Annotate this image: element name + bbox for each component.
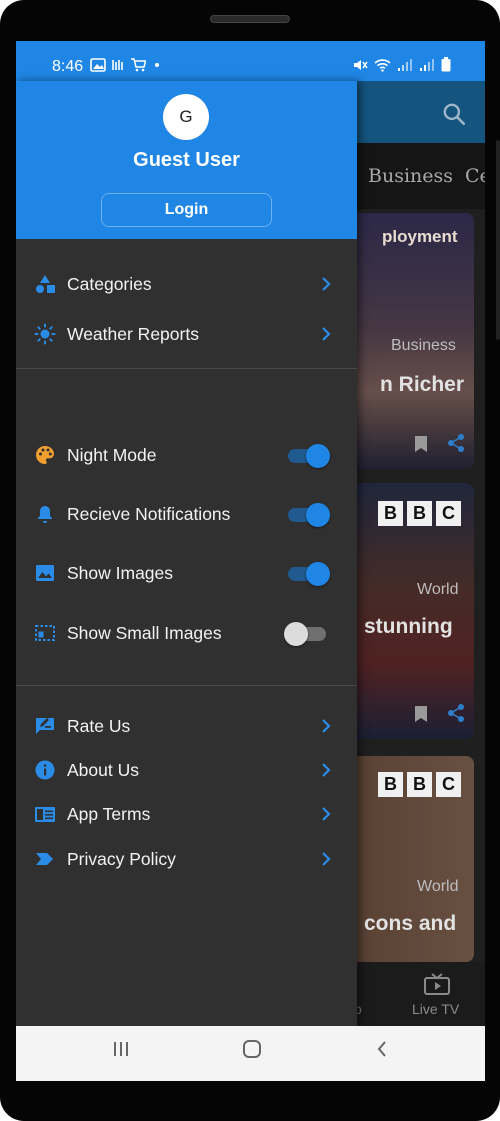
menu-item-label: Privacy Policy: [67, 848, 176, 869]
divider: [16, 685, 357, 686]
chevron-right-icon: [322, 763, 331, 777]
menu-item-categories[interactable]: Categories: [16, 262, 357, 306]
dashed-image-icon: [34, 622, 56, 644]
card-headline: cons and: [364, 912, 457, 935]
share-icon[interactable]: [446, 703, 466, 723]
card-category-tag: World: [417, 878, 459, 895]
avatar[interactable]: G: [163, 94, 209, 140]
bookmark-icon[interactable]: [414, 705, 428, 723]
battery-icon: [441, 57, 451, 72]
setting-label: Recieve Notifications: [67, 503, 231, 524]
card-headline: n Richer: [380, 373, 465, 396]
info-icon: [34, 759, 56, 781]
menu-item-app-terms[interactable]: App Terms: [16, 792, 357, 836]
logo-letter: B: [407, 772, 432, 797]
logo-letter: C: [436, 501, 461, 526]
live-tv-label[interactable]: Live TV: [412, 1001, 459, 1017]
show-images-toggle[interactable]: [288, 562, 330, 586]
image-icon: [34, 562, 56, 584]
bell-icon: [34, 503, 56, 525]
menu-item-label: App Terms: [67, 803, 151, 824]
back-icon[interactable]: [375, 1040, 389, 1058]
chevron-right-icon: [322, 327, 331, 341]
chevron-right-icon: [322, 277, 331, 291]
bookmark-icon[interactable]: [414, 435, 428, 453]
menu-item-weather-reports[interactable]: Weather Reports: [16, 312, 357, 356]
chevron-right-icon: [322, 852, 331, 866]
home-icon[interactable]: [242, 1040, 262, 1058]
menu-item-label: Categories: [67, 273, 152, 294]
wifi-icon: [374, 58, 391, 72]
terms-icon: [34, 803, 56, 825]
night-mode-toggle[interactable]: [288, 444, 330, 468]
palette-icon: [34, 444, 56, 466]
category-tab-partial[interactable]: Ce: [465, 165, 485, 187]
system-icons: [352, 57, 451, 72]
menu-item-label: Rate Us: [67, 715, 131, 736]
tv-icon[interactable]: [424, 973, 450, 995]
setting-label: Night Mode: [67, 444, 157, 465]
category-tab-business[interactable]: Business: [368, 165, 453, 187]
app-icon: [112, 60, 123, 70]
setting-label: Show Small Images: [67, 622, 222, 643]
divider: [16, 368, 357, 369]
mute-icon: [354, 59, 368, 70]
status-time: 8:46: [52, 58, 84, 75]
speaker-grille: [210, 15, 290, 23]
navigation-drawer: G Guest User Login Categories Weather Re…: [16, 81, 357, 1026]
notifications-toggle[interactable]: [288, 503, 330, 527]
share-icon[interactable]: [446, 433, 466, 453]
menu-item-privacy-policy[interactable]: Privacy Policy: [16, 837, 357, 881]
show-small-images-toggle[interactable]: [284, 622, 330, 646]
logo-letter: B: [378, 772, 403, 797]
recent-apps-icon[interactable]: [112, 1040, 130, 1058]
shapes-icon: [34, 273, 56, 295]
sun-icon: [34, 323, 56, 345]
bbc-logo: B B C: [378, 772, 461, 797]
card-headline: stunning: [364, 615, 453, 638]
logo-letter: B: [378, 501, 403, 526]
status-bar: 8:46: [16, 41, 485, 81]
cart-icon: [131, 58, 146, 72]
login-button[interactable]: Login: [101, 193, 272, 227]
search-icon[interactable]: [441, 101, 467, 127]
signal-icon: [398, 58, 412, 71]
setting-label: Show Images: [67, 562, 174, 583]
chevron-right-icon: [322, 719, 331, 733]
signal-icon: [420, 58, 434, 71]
logo-letter: C: [436, 772, 461, 797]
side-button: [496, 140, 500, 340]
screen: Business Ce ployment Business n Richer B…: [16, 41, 485, 1081]
menu-item-label: Weather Reports: [67, 323, 199, 344]
card-image-text: ployment: [382, 227, 458, 246]
chevron-right-icon: [322, 807, 331, 821]
logo-letter: B: [407, 501, 432, 526]
card-category-tag: World: [417, 581, 459, 598]
drawer-header: G Guest User Login: [16, 81, 357, 239]
rate-icon: [34, 715, 56, 737]
bbc-logo: B B C: [378, 501, 461, 526]
card-category-tag: Business: [391, 337, 456, 354]
menu-item-label: About Us: [67, 759, 139, 780]
menu-item-rate-us[interactable]: Rate Us: [16, 704, 357, 748]
gallery-icon: [90, 58, 106, 72]
menu-item-about-us[interactable]: About Us: [16, 748, 357, 792]
phone-frame: Business Ce ployment Business n Richer B…: [0, 0, 500, 1121]
system-navigation-bar: [16, 1026, 485, 1081]
user-name: Guest User: [133, 149, 240, 171]
notification-icons: [90, 58, 159, 72]
notification-dot: [155, 63, 159, 67]
policy-icon: [34, 848, 56, 870]
